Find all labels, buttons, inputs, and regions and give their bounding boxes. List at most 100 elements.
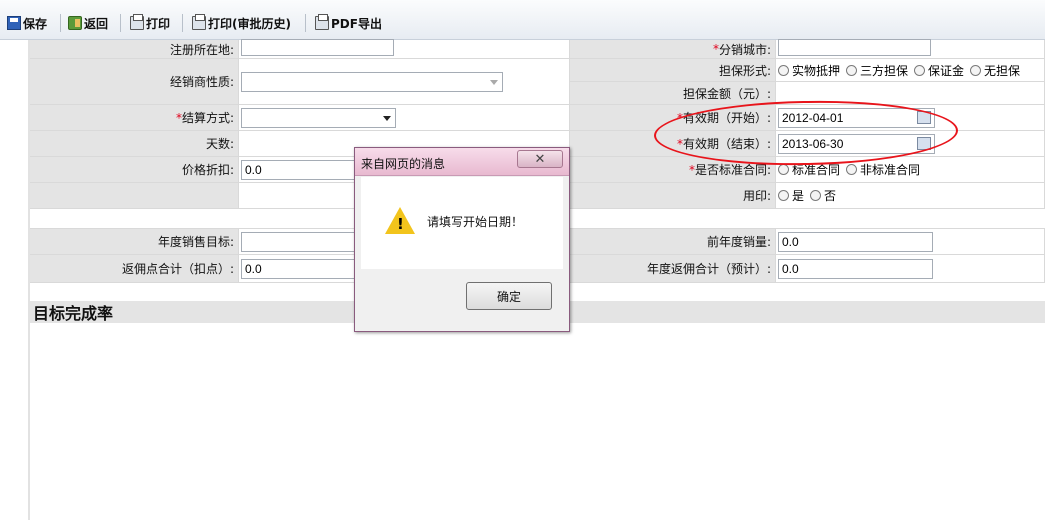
app-root: 保存 返回 打印 打印(审批历史) PDF导出 注册所在地: * 分销城市: 经… (0, 0, 1045, 520)
contract-option-radio[interactable] (778, 164, 789, 175)
print-button[interactable]: 打印 (130, 13, 170, 33)
dialog-title: 来自网页的消息 (361, 157, 446, 171)
settle-method-label: * 结算方式: (30, 105, 239, 131)
annual-target-label: 年度销售目标: (30, 229, 239, 255)
calendar-icon[interactable] (917, 110, 931, 124)
valid-end-date-input[interactable]: 2013-06-30 (778, 133, 935, 154)
chevron-down-icon (383, 115, 391, 121)
dealer-nature-label: 经销商性质: (30, 59, 239, 105)
label-text: 天数: (205, 137, 234, 151)
valid-end-label: * 有效期（结束）: (570, 131, 776, 157)
guarantee-option-radio[interactable] (846, 64, 858, 76)
price-discount-value: 0.0 (245, 162, 262, 177)
printer-icon (192, 14, 206, 30)
guarantee-option-radio[interactable] (970, 64, 982, 76)
label-text: 担保金额（元）: (682, 86, 771, 101)
rebate-total-label: 返佣点合计（扣点）: (30, 255, 239, 283)
pdf-icon (315, 14, 329, 30)
valid-start-label: * 有效期（开始）: (570, 105, 776, 131)
valid-end-cell: 2013-06-30 (776, 131, 1045, 157)
valid-start-date-input[interactable]: 2012-04-01 (778, 107, 935, 128)
section-title-text: 目标完成率 (33, 304, 114, 323)
toolbar-divider (120, 14, 121, 32)
dialog-body: ! 请填写开始日期！ (361, 177, 563, 269)
dialog-close-button[interactable]: ✕ (517, 150, 563, 168)
form-row: 注册所在地: * 分销城市: (30, 38, 1045, 59)
standard-contract-label: * 是否标准合同: (570, 157, 776, 183)
contract-option-radio[interactable] (846, 164, 858, 175)
label-text: 有效期（开始）: (682, 111, 771, 125)
prev-year-sales-value: 0.0 (782, 234, 799, 249)
label-text: 用印: (742, 189, 771, 203)
label-text: 经销商性质: (169, 75, 234, 89)
settle-method-select[interactable] (241, 107, 396, 128)
warning-icon-mark: ! (397, 215, 404, 233)
annual-rebate-input[interactable]: 0.0 (778, 258, 933, 279)
guarantee-form-label: 担保形式: (570, 59, 776, 82)
toolbar: 保存 返回 打印 打印(审批历史) PDF导出 (0, 0, 1045, 40)
rebate-total-value: 0.0 (245, 261, 262, 276)
guarantee-amount-label: 担保金额（元）: (570, 82, 776, 105)
dist-city-input[interactable] (778, 38, 931, 56)
label-text: 返佣点合计（扣点）: (121, 262, 234, 276)
guarantee-form-cell: 实物抵押 三方担保 保证金 无担保 (776, 59, 1045, 82)
seal-option-radio[interactable] (810, 190, 822, 201)
label-text: 有效期（结束）: (682, 137, 771, 151)
form-row: * 结算方式: * 有效期（开始）: 2012-04-01 (30, 105, 1045, 131)
label-text: 分销城市: (718, 42, 771, 57)
toolbar-divider (305, 14, 306, 32)
label-text: 年度返佣合计（预计）: (646, 262, 771, 276)
form-row: 经销商性质: 担保形式: 实物抵押 三方担保 保证金 无担保 担保金额（元）: (30, 59, 1045, 105)
settle-method-cell (239, 105, 570, 131)
standard-contract-cell: 标准合同 非标准合同 (776, 157, 1045, 183)
register-location-cell (239, 38, 570, 59)
register-location-label: 注册所在地: (30, 40, 239, 59)
label-text: 结算方式: (181, 111, 234, 125)
alert-dialog: 来自网页的消息 ✕ ! 请填写开始日期！ 确定 (354, 147, 570, 332)
radio-label: 否 (824, 189, 837, 203)
valid-start-cell: 2012-04-01 (776, 105, 1045, 131)
price-discount-label: 价格折扣: (30, 157, 239, 183)
label-text: 价格折扣: (181, 163, 234, 177)
valid-start-value: 2012-04-01 (782, 110, 844, 125)
label-text: 前年度销量: (706, 235, 771, 249)
print-label: 打印 (146, 16, 171, 31)
standard-contract-radio-group: 标准合同 非标准合同 (778, 161, 923, 178)
toolbar-divider (182, 14, 183, 32)
empty-label-cell (30, 183, 239, 209)
dist-city-cell (776, 38, 1045, 59)
radio-label: 保证金 (928, 63, 965, 78)
back-label: 返回 (84, 16, 109, 31)
guarantee-option-radio[interactable] (778, 64, 789, 76)
radio-label: 三方担保 (860, 63, 909, 78)
dialog-ok-button[interactable]: 确定 (466, 282, 552, 310)
print-history-button[interactable]: 打印(审批历史) (192, 13, 291, 33)
radio-label: 无担保 (984, 63, 1021, 78)
annual-rebate-value: 0.0 (782, 261, 799, 276)
calendar-icon[interactable] (917, 136, 931, 150)
label-text: 担保形式: (718, 63, 771, 78)
seal-radio-group: 是 否 (778, 187, 839, 204)
guarantee-form-radio-group: 实物抵押 三方担保 保证金 无担保 (778, 62, 1023, 79)
prev-year-sales-input[interactable]: 0.0 (778, 231, 933, 252)
dialog-titlebar[interactable]: 来自网页的消息 ✕ (355, 148, 569, 176)
dealer-nature-select[interactable] (241, 71, 503, 92)
days-label: 天数: (30, 131, 239, 157)
seal-option-radio[interactable] (778, 190, 789, 201)
close-icon: ✕ (534, 151, 546, 167)
pdf-export-button[interactable]: PDF导出 (315, 13, 382, 33)
back-button[interactable]: 返回 (68, 13, 108, 33)
ok-label: 确定 (496, 289, 521, 304)
back-icon (68, 16, 82, 30)
label-text: 注册所在地: (169, 42, 234, 57)
seal-cell: 是 否 (776, 183, 1045, 209)
valid-end-value: 2013-06-30 (782, 136, 844, 151)
save-button[interactable]: 保存 (7, 13, 47, 33)
register-location-input[interactable] (241, 38, 394, 56)
guarantee-option-radio[interactable] (914, 64, 926, 76)
prev-year-sales-label: 前年度销量: (570, 229, 776, 255)
pdf-export-label: PDF导出 (331, 16, 382, 31)
annual-rebate-cell: 0.0 (776, 255, 1045, 283)
toolbar-divider (60, 14, 61, 32)
label-text: 年度销售目标: (157, 235, 234, 249)
